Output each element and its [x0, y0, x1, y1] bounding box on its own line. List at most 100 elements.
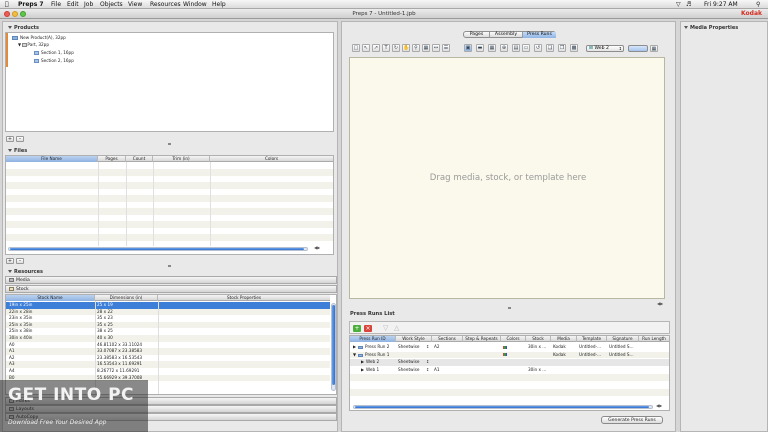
scroll-thumb[interactable] [355, 406, 649, 408]
col-pages[interactable]: Pages [98, 156, 126, 162]
col-step-repeats[interactable]: Step & Repeats [463, 336, 501, 342]
zoom-tool-icon[interactable]: ⚲ [412, 44, 420, 52]
apple-icon[interactable]:  [5, 0, 9, 9]
tab-pages[interactable]: Pages [464, 32, 490, 38]
search-icon[interactable]: ⚲ [756, 0, 760, 9]
menu-app-name[interactable]: Preps 7 [18, 0, 44, 9]
col-press-run-id[interactable]: Press Run ID [350, 336, 396, 342]
table-row[interactable]: ▼ Press Run 1 Kodak Untitled-... Untitle… [350, 351, 669, 359]
wifi-icon[interactable]: ▽ [676, 0, 681, 9]
products-header[interactable]: Products [8, 25, 39, 31]
col-stock-properties[interactable]: Stock Properties [158, 295, 330, 301]
thumbnails-icon[interactable]: ▦ [650, 45, 658, 52]
scroll-arrows-icon[interactable]: ◀▶ [314, 245, 320, 250]
splitter-handle[interactable] [168, 265, 171, 267]
tree-item-section-2[interactable]: Section 2, 16pp [34, 58, 74, 65]
table-row[interactable]: A1 33.07087 x 23.38583 [6, 348, 330, 355]
col-count[interactable]: Count [126, 156, 153, 162]
tree-item-part[interactable]: ▼ Part, 32pp [18, 42, 49, 49]
stock-vertical-scrollbar[interactable] [331, 303, 336, 391]
text-tool-icon[interactable]: T [382, 44, 390, 52]
files-header[interactable]: Files [8, 148, 27, 154]
resources-header[interactable]: Resources [8, 269, 43, 275]
table-row[interactable]: ▶ Press Run 2 Sheetwise ↕ A2 30in x ... … [350, 344, 669, 351]
zoom-window-button[interactable] [20, 11, 26, 17]
scroll-thumb[interactable] [332, 305, 335, 385]
add-file-button[interactable]: + [6, 258, 14, 264]
align-tool-icon[interactable]: ☰ [442, 44, 450, 52]
fit-tool-icon[interactable]: ▦ [422, 44, 430, 52]
table-row[interactable]: A0 46.81102 x 33.11024 [6, 342, 330, 349]
media-properties-header[interactable]: Media Properties [684, 25, 738, 31]
expand-triangle-icon[interactable]: ▼ [353, 352, 356, 359]
tree-item-section-1[interactable]: Section 1, 16pp [34, 50, 74, 57]
table-row[interactable]: A4 8.26772 x 11.69291 [6, 368, 330, 375]
table-row[interactable]: ▶ Web 2 Sheetwise ↕ [350, 359, 669, 366]
col-template[interactable]: Template [577, 336, 607, 342]
delete-press-run-icon[interactable]: × [364, 325, 372, 332]
add-product-button[interactable]: + [6, 136, 14, 142]
scroll-thumb[interactable] [10, 248, 304, 250]
media-tab[interactable]: Media [5, 276, 337, 284]
stepper-icon[interactable]: ↕ [426, 367, 429, 374]
menu-clock[interactable]: Fri 9:27 AM [704, 0, 738, 9]
select-tool-icon[interactable]: □ [352, 44, 360, 52]
zoom-slider[interactable] [628, 45, 648, 52]
col-stock[interactable]: Stock [526, 336, 551, 342]
col-work-style[interactable]: Work Style [396, 336, 432, 342]
stack-icon[interactable]: ▩ [570, 44, 578, 52]
menu-file[interactable]: File [51, 0, 61, 9]
press-run-canvas[interactable]: Drag media, stock, or template here [349, 57, 665, 299]
remove-product-button[interactable]: – [16, 136, 24, 142]
table-row[interactable]: 23in x 35in 35 x 23 [6, 315, 330, 322]
table-row[interactable]: 22in x 28in 28 x 22 [6, 308, 330, 316]
files-horizontal-scrollbar[interactable] [8, 247, 308, 251]
copy-icon[interactable]: ❏ [546, 44, 554, 52]
measure-tool-icon[interactable]: ↔ [432, 44, 440, 52]
press-runs-horizontal-scrollbar[interactable] [353, 405, 653, 409]
minimize-window-button[interactable] [12, 11, 18, 17]
tree-item-product[interactable]: New Product(A), 32pp [12, 35, 66, 42]
grid-view-icon[interactable]: ▦ [488, 44, 496, 52]
generate-press-runs-button[interactable]: Generate Press Runs [601, 416, 663, 424]
subselect-tool-icon[interactable]: ↗ [372, 44, 380, 52]
col-file-name[interactable]: File Name [6, 156, 98, 162]
sheet-view-icon[interactable]: ▬ [476, 44, 484, 52]
menu-objects[interactable]: Objects [100, 0, 123, 9]
splitter-handle[interactable] [168, 143, 171, 145]
menu-resources[interactable]: Resources [150, 0, 181, 9]
col-signature[interactable]: Signature [607, 336, 639, 342]
menu-edit[interactable]: Edit [67, 0, 79, 9]
close-window-button[interactable] [4, 11, 10, 17]
canvas-scroll-arrows-icon[interactable]: ◀▶ [657, 301, 663, 306]
refresh-icon[interactable]: ↺ [534, 44, 542, 52]
remove-file-button[interactable]: – [16, 258, 24, 264]
tab-assembly[interactable]: Assembly [490, 32, 523, 38]
disclosure-triangle-icon[interactable]: ▶ [361, 359, 364, 366]
signature-icon[interactable]: ▤ [512, 44, 520, 52]
scroll-arrows-icon[interactable]: ◀▶ [656, 403, 662, 408]
splitter-handle[interactable] [508, 307, 511, 309]
disclosure-triangle-icon[interactable]: ▶ [353, 344, 356, 351]
table-row[interactable]: 25in x 35in 35 x 25 [6, 321, 330, 329]
col-colors[interactable]: Colors [210, 156, 333, 162]
col-trim[interactable]: Trim (in) [153, 156, 210, 162]
col-dimensions[interactable]: Dimensions (in) [95, 295, 158, 301]
disclosure-triangle-icon[interactable]: ▶ [361, 367, 364, 374]
menu-job[interactable]: Job [84, 0, 93, 9]
col-sections[interactable]: Sections [432, 336, 463, 342]
stepper-icon[interactable]: ↕ [426, 359, 429, 366]
add-press-run-icon[interactable]: + [353, 325, 361, 332]
layout-view-icon[interactable]: ▣ [464, 44, 472, 52]
table-row[interactable]: A2 23.38583 x 16.53543 [6, 355, 330, 362]
files-table[interactable]: File Name Pages Count Trim (in) Colors ◀… [5, 155, 334, 255]
hand-tool-icon[interactable]: ✋ [402, 44, 410, 52]
menu-view[interactable]: View [128, 0, 142, 9]
expand-triangle-icon[interactable]: ▼ [18, 42, 21, 47]
table-row[interactable]: A3 16.53543 x 11.69291 [6, 361, 330, 368]
move-down-icon[interactable]: ▽ [383, 324, 388, 332]
col-stock-name[interactable]: Stock Name [6, 295, 95, 301]
volume-icon[interactable]: ♬ [686, 0, 691, 9]
table-row[interactable]: ▶ Web 1 Sheetwise ↕ A1 30in x ... [350, 367, 669, 374]
move-up-icon[interactable]: △ [394, 324, 399, 332]
